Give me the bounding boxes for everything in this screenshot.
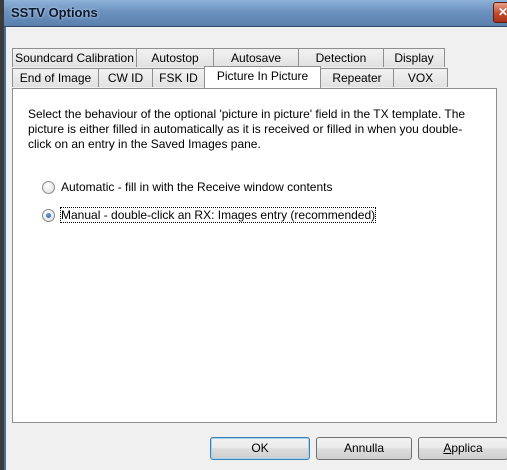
tab-autosave[interactable]: Autosave — [213, 48, 299, 67]
option-automatic-label[interactable]: Automatic - fill in with the Receive win… — [61, 180, 332, 194]
tab-fsk-id[interactable]: FSK ID — [152, 68, 205, 87]
tab-soundcard-calibration[interactable]: Soundcard Calibration — [12, 48, 137, 67]
tab-vox[interactable]: VOX — [393, 68, 448, 87]
applica-label-rest: pplica — [451, 441, 483, 455]
option-manual[interactable]: Manual - double-click an RX: Images entr… — [42, 207, 377, 223]
tab-end-of-image[interactable]: End of Image — [12, 68, 99, 87]
panel-description: Select the behaviour of the optional 'pi… — [28, 107, 466, 151]
title-bar[interactable]: SSTV Options ✕ — [4, 0, 507, 27]
applica-button[interactable]: Applica — [418, 437, 507, 460]
tab-picture-in-picture[interactable]: Picture In Picture — [204, 66, 321, 88]
ok-button[interactable]: OK — [210, 437, 310, 460]
radio-manual[interactable] — [42, 208, 55, 222]
tab-autostop[interactable]: Autostop — [136, 48, 214, 67]
close-icon[interactable]: ✕ — [493, 2, 507, 23]
tab-detection[interactable]: Detection — [298, 48, 384, 67]
radio-automatic[interactable] — [42, 180, 55, 194]
tab-cw-id[interactable]: CW ID — [98, 68, 153, 87]
annulla-button[interactable]: Annulla — [316, 437, 412, 460]
option-automatic[interactable]: Automatic - fill in with the Receive win… — [42, 179, 332, 195]
option-manual-label[interactable]: Manual - double-click an RX: Images entr… — [59, 207, 377, 223]
tab-repeater[interactable]: Repeater — [320, 68, 394, 87]
window-title: SSTV Options — [11, 5, 98, 20]
dialog-client-area: Soundcard Calibration Autostop Autosave … — [6, 27, 507, 470]
tab-row-back: Soundcard Calibration Autostop Autosave … — [12, 48, 445, 68]
sstv-options-dialog: SSTV Options ✕ Soundcard Calibration Aut… — [4, 0, 507, 470]
tab-row-front: End of Image CW ID FSK ID Picture In Pic… — [12, 66, 448, 88]
tab-display[interactable]: Display — [383, 48, 445, 67]
